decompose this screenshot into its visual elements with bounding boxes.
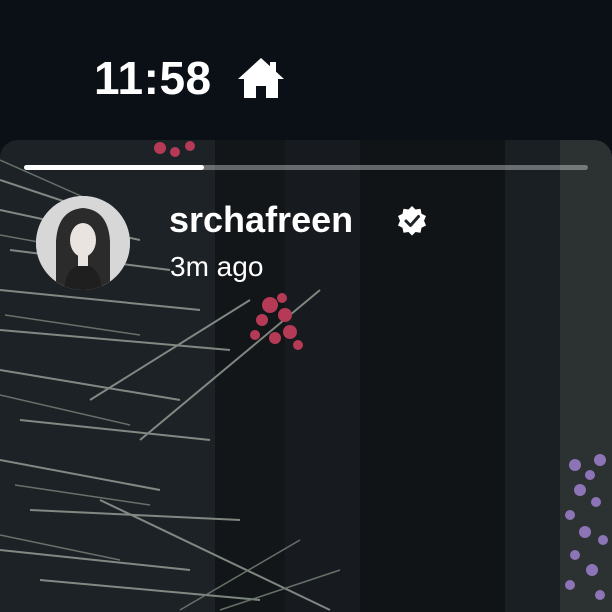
story-progress-bar	[24, 165, 588, 170]
story-timestamp: 3m ago	[170, 251, 264, 282]
story-username[interactable]: srchafreen	[169, 198, 353, 242]
home-icon	[238, 58, 284, 98]
status-time: 11:58	[94, 52, 212, 104]
avatar-photo	[36, 196, 130, 290]
status-bar: 11:58	[0, 0, 612, 140]
story-progress-fill	[24, 165, 205, 170]
verified-badge-icon	[398, 206, 426, 236]
avatar[interactable]	[36, 196, 130, 290]
story-viewer[interactable]: srchafreen 3m ago	[0, 140, 612, 612]
